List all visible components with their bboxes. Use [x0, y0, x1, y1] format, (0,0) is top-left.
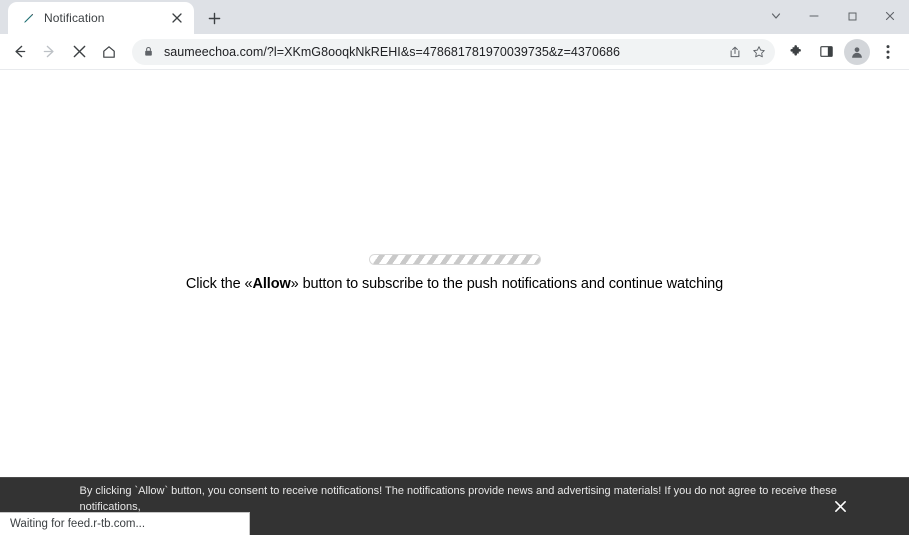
home-button[interactable]: [94, 37, 124, 67]
page-instruction-text: Click the «Allow» button to subscribe to…: [186, 276, 723, 292]
share-icon[interactable]: [723, 40, 747, 64]
instruction-suffix: » button to subscribe to the push notifi…: [290, 276, 724, 292]
instruction-allow-word: Allow: [252, 276, 291, 292]
stop-loading-button[interactable]: [64, 37, 94, 67]
tab-strip: Notification: [0, 0, 909, 34]
extensions-icon[interactable]: [781, 37, 811, 67]
status-bubble-text: Waiting for feed.r-tb.com...: [10, 518, 146, 530]
toolbar-right-actions: [781, 37, 903, 67]
side-panel-icon[interactable]: [811, 37, 841, 67]
consent-close-icon[interactable]: [829, 496, 851, 518]
lock-icon[interactable]: [138, 42, 158, 62]
address-bar-url: saumeechoa.com/?l=XKmG8ooqkNkREHI&s=4786…: [164, 44, 620, 59]
chrome-menu-icon[interactable]: [873, 37, 903, 67]
bookmark-star-icon[interactable]: [747, 40, 771, 64]
pencil-icon: [20, 10, 36, 26]
forward-button[interactable]: [34, 37, 64, 67]
browser-window: Notification saumeechoa.com/?l=XKmG8ooqk…: [0, 0, 909, 535]
page-viewport: Click the «Allow» button to subscribe to…: [0, 70, 909, 535]
close-icon[interactable]: [871, 0, 909, 32]
consent-line-1: By clicking `Allow` button, you consent …: [79, 484, 837, 513]
browser-toolbar: saumeechoa.com/?l=XKmG8ooqkNkREHI&s=4786…: [0, 34, 909, 70]
page-content: Click the «Allow» button to subscribe to…: [0, 254, 909, 292]
loading-progress-bar: [368, 254, 541, 265]
window-controls: [757, 0, 909, 32]
omnibox-actions: [723, 40, 771, 64]
tab-notification[interactable]: Notification: [8, 2, 194, 34]
chevron-down-icon[interactable]: [757, 0, 795, 32]
profile-avatar[interactable]: [844, 38, 870, 65]
tab-title: Notification: [44, 11, 105, 25]
minimize-icon[interactable]: [795, 0, 833, 32]
new-tab-button[interactable]: [200, 4, 228, 32]
address-bar[interactable]: saumeechoa.com/?l=XKmG8ooqkNkREHI&s=4786…: [132, 38, 775, 65]
back-button[interactable]: [4, 37, 34, 67]
maximize-icon[interactable]: [833, 0, 871, 32]
instruction-prefix: Click the «: [185, 276, 253, 292]
status-bubble: Waiting for feed.r-tb.com...: [0, 512, 250, 535]
tab-close-icon[interactable]: [168, 9, 186, 27]
